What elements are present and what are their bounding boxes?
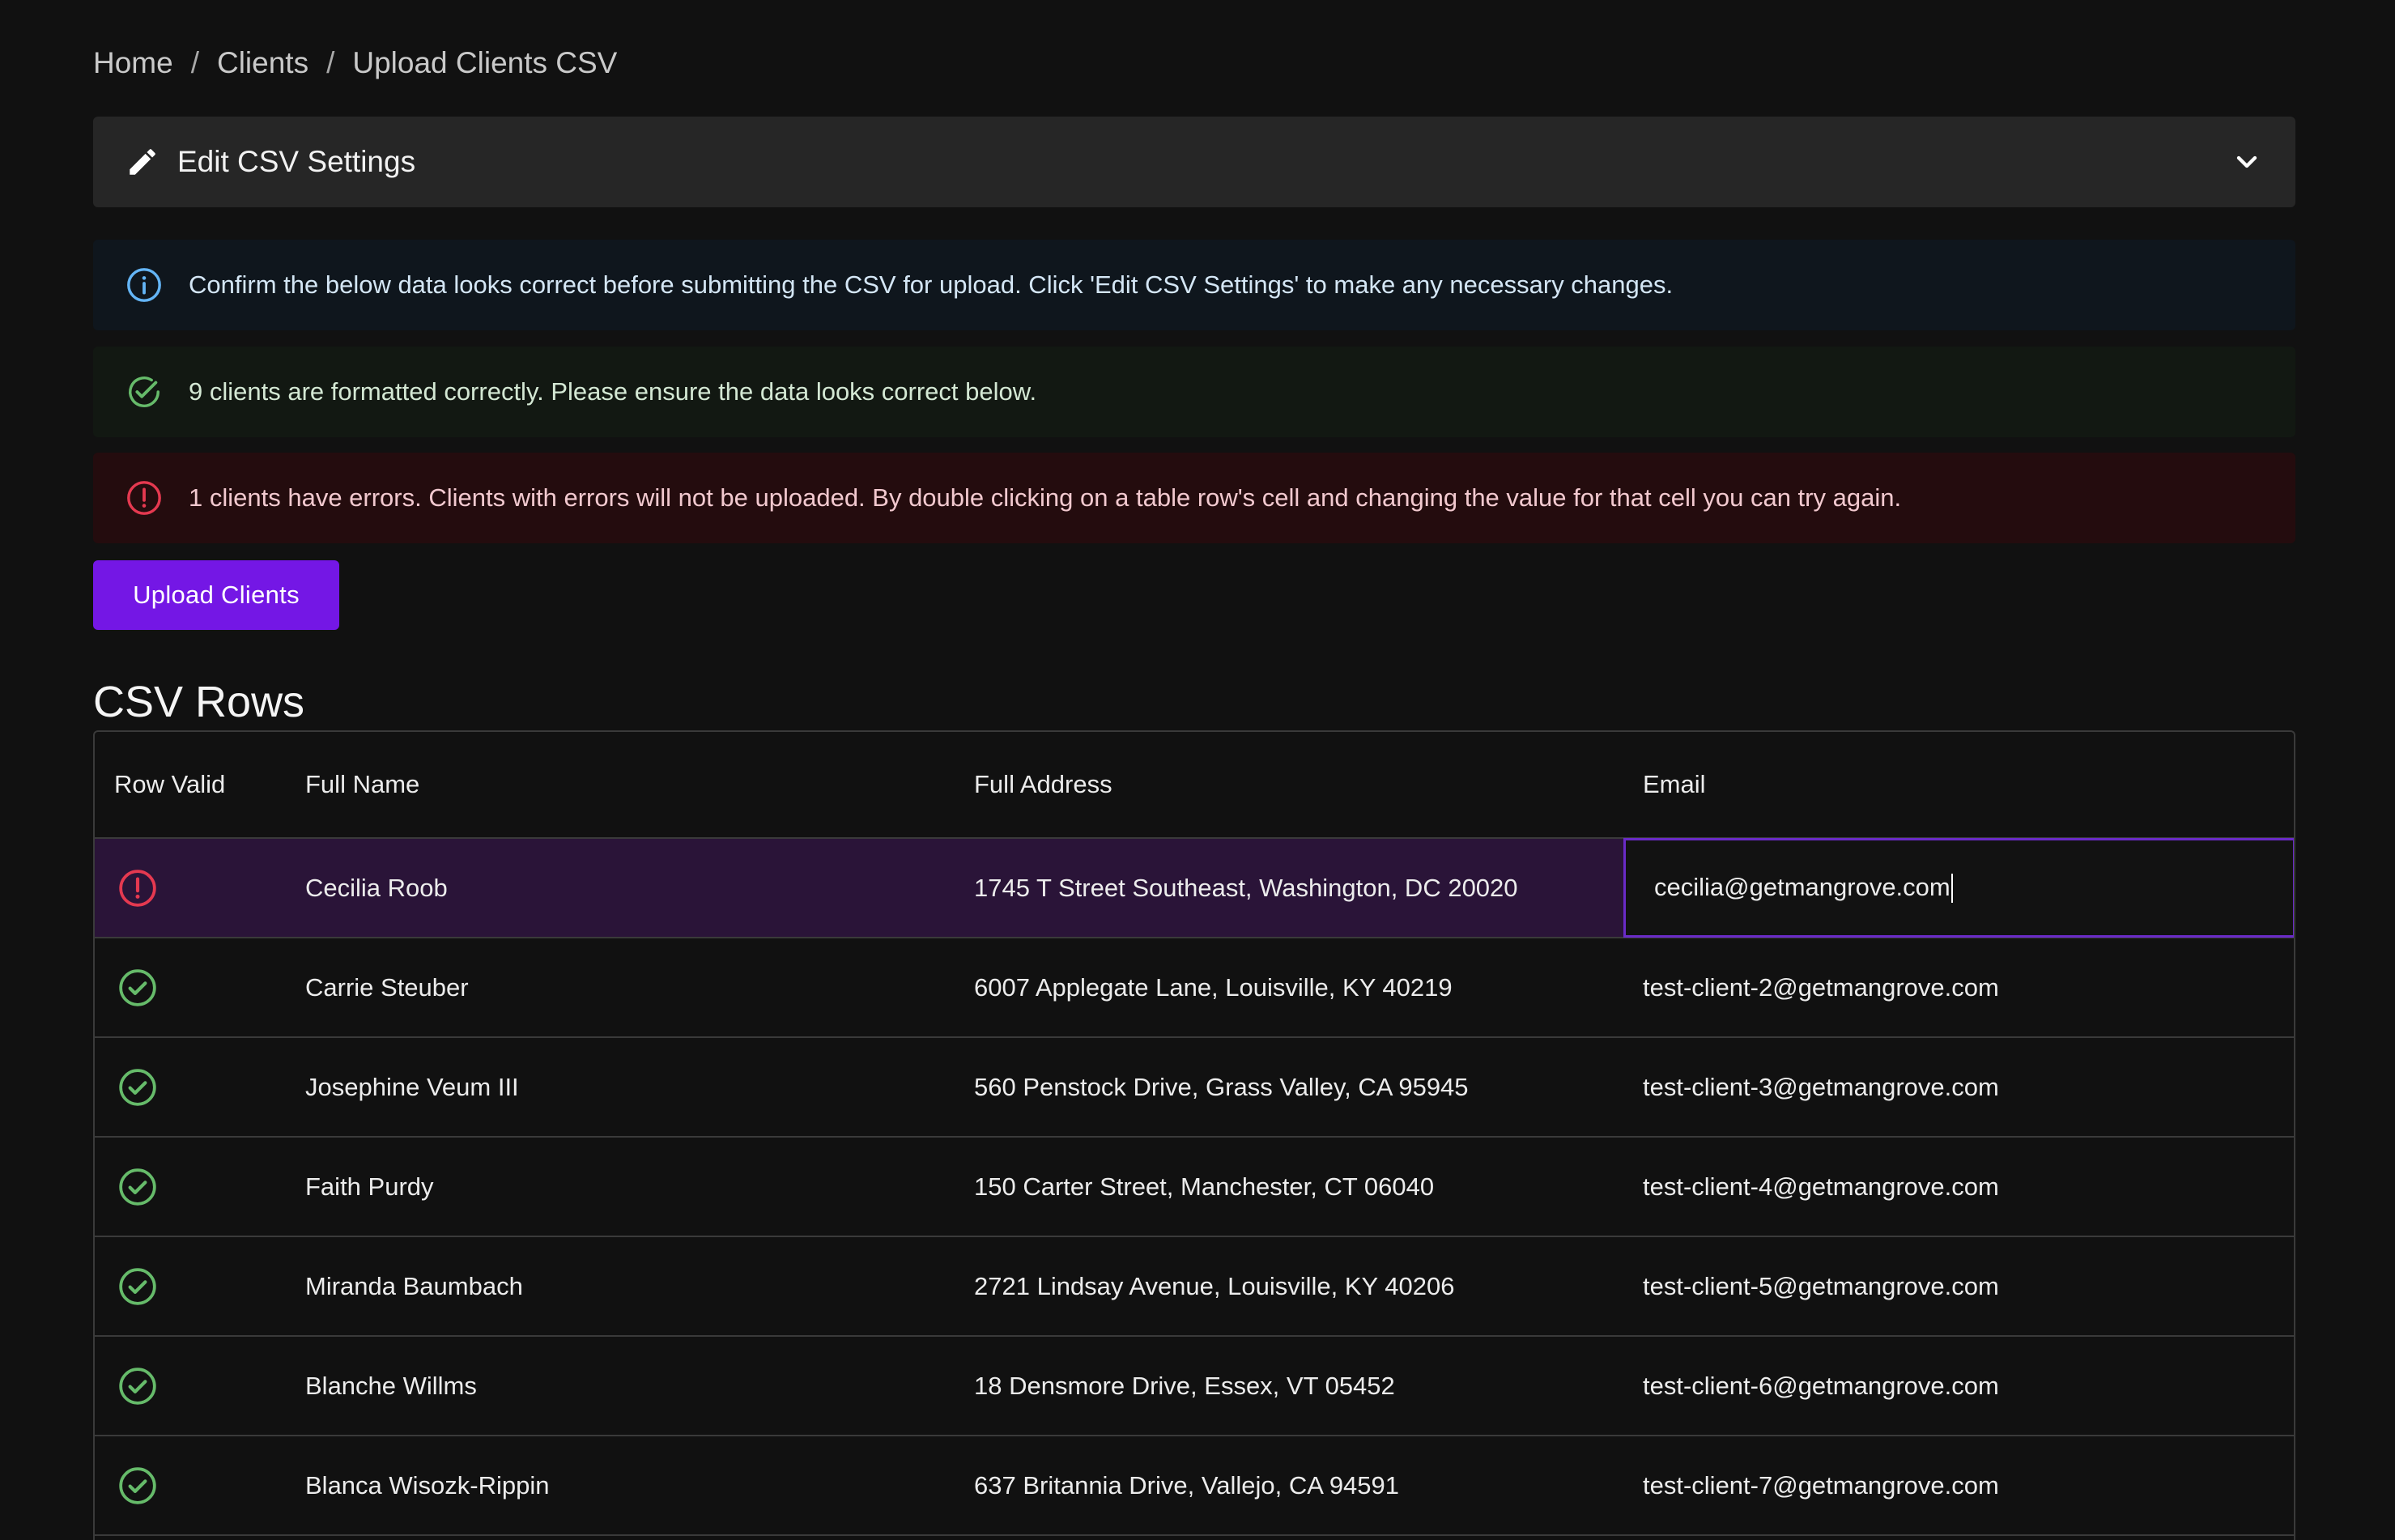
chevron-down-icon[interactable] — [2231, 146, 2263, 178]
email-cell[interactable]: test-client-3@getmangrove.com — [1623, 1037, 2294, 1138]
row-valid-cell — [95, 1137, 286, 1237]
full-name-cell[interactable]: Miranda Baumbach — [286, 1236, 955, 1337]
breadcrumb-separator: / — [190, 46, 199, 79]
full-address-cell[interactable]: 1745 T Street Southeast, Washington, DC … — [955, 838, 1623, 938]
error-alert-text: 1 clients have errors. Clients with erro… — [189, 483, 1902, 512]
table-row[interactable]: Blanca Wisozk-Rippin 637 Britannia Drive… — [95, 1436, 2294, 1536]
text-caret — [1950, 874, 1953, 904]
breadcrumb-home[interactable]: Home — [93, 46, 173, 80]
full-address-cell[interactable]: 150 Carter Street, Manchester, CT 06040 — [955, 1137, 1623, 1237]
column-header-row-valid[interactable]: Row Valid — [95, 732, 286, 839]
error-alert: 1 clients have errors. Clients with erro… — [93, 453, 2295, 543]
row-valid-cell — [95, 938, 286, 1038]
error-icon — [125, 479, 163, 517]
row-valid-cell — [95, 1436, 286, 1536]
email-cell-editor[interactable]: cecilia@getmangrove.com — [1623, 838, 2294, 938]
row-valid-cell — [95, 838, 286, 938]
info-icon — [125, 266, 163, 304]
full-name-cell[interactable]: Blanche Willms — [286, 1336, 955, 1436]
table-header-row: Row Valid Full Name Full Address Email — [95, 732, 2294, 839]
table-row[interactable]: Faith Purdy 150 Carter Street, Mancheste… — [95, 1137, 2294, 1237]
row-valid-cell — [95, 1236, 286, 1337]
check-circle-icon — [119, 1068, 156, 1106]
check-circle-icon — [125, 373, 163, 411]
edit-csv-settings-title: Edit CSV Settings — [177, 145, 416, 178]
full-address-cell[interactable]: 6007 Applegate Lane, Louisville, KY 4021… — [955, 938, 1623, 1038]
table-row[interactable]: Blanche Willms 18 Densmore Drive, Essex,… — [95, 1336, 2294, 1436]
table-row[interactable]: Josephine Veum III 560 Penstock Drive, G… — [95, 1037, 2294, 1138]
column-header-email[interactable]: Email — [1623, 732, 2294, 839]
row-valid-cell — [95, 1336, 286, 1436]
edit-csv-settings-accordion[interactable]: Edit CSV Settings — [93, 117, 2295, 207]
full-address-cell[interactable]: 637 Britannia Drive, Vallejo, CA 94591 — [955, 1436, 1623, 1536]
email-cell[interactable]: test-client-6@getmangrove.com — [1623, 1336, 2294, 1436]
pencil-icon — [125, 145, 160, 179]
email-input[interactable]: cecilia@getmangrove.com — [1654, 873, 1950, 901]
column-header-full-name[interactable]: Full Name — [286, 732, 955, 839]
breadcrumb-clients[interactable]: Clients — [217, 46, 308, 80]
error-icon — [119, 869, 156, 907]
email-cell[interactable]: test-client-2@getmangrove.com — [1623, 938, 2294, 1038]
breadcrumb-current: Upload Clients CSV — [352, 46, 618, 79]
success-alert-text: 9 clients are formatted correctly. Pleas… — [189, 377, 1037, 406]
full-address-cell[interactable]: 18 Densmore Drive, Essex, VT 05452 — [955, 1336, 1623, 1436]
full-name-cell[interactable]: Carrie Steuber — [286, 938, 955, 1038]
email-cell[interactable]: test-client-7@getmangrove.com — [1623, 1436, 2294, 1536]
breadcrumb-separator: / — [326, 46, 335, 79]
table-row[interactable]: Cecilia Roob 1745 T Street Southeast, Wa… — [95, 838, 2294, 938]
breadcrumb: Home / Clients / Upload Clients CSV — [93, 42, 617, 84]
csv-rows-table: Row Valid Full Name Full Address Email C… — [93, 730, 2295, 1540]
success-alert: 9 clients are formatted correctly. Pleas… — [93, 347, 2295, 437]
row-valid-cell — [95, 1037, 286, 1138]
full-address-cell[interactable]: 2721 Lindsay Avenue, Louisville, KY 4020… — [955, 1236, 1623, 1337]
email-cell[interactable]: test-client-5@getmangrove.com — [1623, 1236, 2294, 1337]
check-circle-icon — [119, 968, 156, 1006]
check-circle-icon — [119, 1367, 156, 1405]
check-circle-icon — [119, 1168, 156, 1206]
column-header-full-address[interactable]: Full Address — [955, 732, 1623, 839]
section-title: CSV Rows — [93, 678, 305, 726]
check-circle-icon — [119, 1466, 156, 1504]
full-name-cell[interactable]: Cecilia Roob — [286, 838, 955, 938]
info-alert: Confirm the below data looks correct bef… — [93, 240, 2295, 330]
email-cell[interactable]: test-client-4@getmangrove.com — [1623, 1137, 2294, 1237]
full-name-cell[interactable]: Blanca Wisozk-Rippin — [286, 1436, 955, 1536]
info-alert-text: Confirm the below data looks correct bef… — [189, 270, 1674, 299]
table-row[interactable]: Carrie Steuber 6007 Applegate Lane, Loui… — [95, 938, 2294, 1038]
check-circle-icon — [119, 1267, 156, 1305]
upload-clients-button[interactable]: Upload Clients — [93, 560, 339, 630]
full-name-cell[interactable]: Faith Purdy — [286, 1137, 955, 1237]
full-name-cell[interactable]: Josephine Veum III — [286, 1037, 955, 1138]
table-row[interactable]: Miranda Baumbach 2721 Lindsay Avenue, Lo… — [95, 1236, 2294, 1337]
full-address-cell[interactable]: 560 Penstock Drive, Grass Valley, CA 959… — [955, 1037, 1623, 1138]
